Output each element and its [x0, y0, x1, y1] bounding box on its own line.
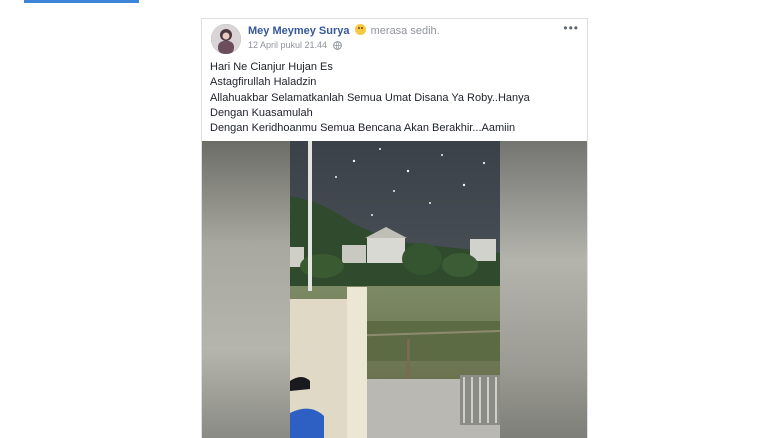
avatar-photo — [211, 24, 241, 54]
sad-face-icon — [354, 24, 366, 35]
author-name-link[interactable]: Mey Meymey Surya — [248, 25, 350, 37]
post-video[interactable] — [202, 141, 587, 438]
top-accent-bar — [24, 0, 139, 3]
globe-icon[interactable] — [332, 41, 342, 53]
post-text-line: Hari Ne Cianjur Hujan Es — [210, 61, 333, 73]
post-text-line: Dengan Kuasamulah — [210, 106, 313, 119]
more-options-button[interactable]: ••• — [563, 21, 579, 35]
post-meta: 12 April pukul 21.44 — [248, 39, 342, 53]
post-text-line: Allahuakbar Selamatkanlah Semua Umat Dis… — [210, 91, 530, 104]
post-timestamp[interactable]: 12 April pukul 21.44 — [248, 40, 327, 50]
post-author-line: Mey Meymey Surya merasa sedih. — [248, 24, 440, 38]
post-text-line: Dengan Keridhoanmu Semua Bencana Akan Be… — [210, 122, 516, 135]
feeling-status: merasa sedih. — [370, 25, 440, 37]
post-text: Hari Ne Cianjur Hujan Es Astagfirullah H… — [210, 60, 580, 136]
post-text-line: Astagfirullah Haladzin — [210, 76, 317, 89]
facebook-post-card: Mey Meymey Surya merasa sedih. 12 April … — [201, 18, 588, 438]
hailstorm-video-frame — [202, 141, 587, 438]
post-header: Mey Meymey Surya merasa sedih. 12 April … — [202, 19, 587, 59]
avatar[interactable] — [211, 24, 241, 54]
